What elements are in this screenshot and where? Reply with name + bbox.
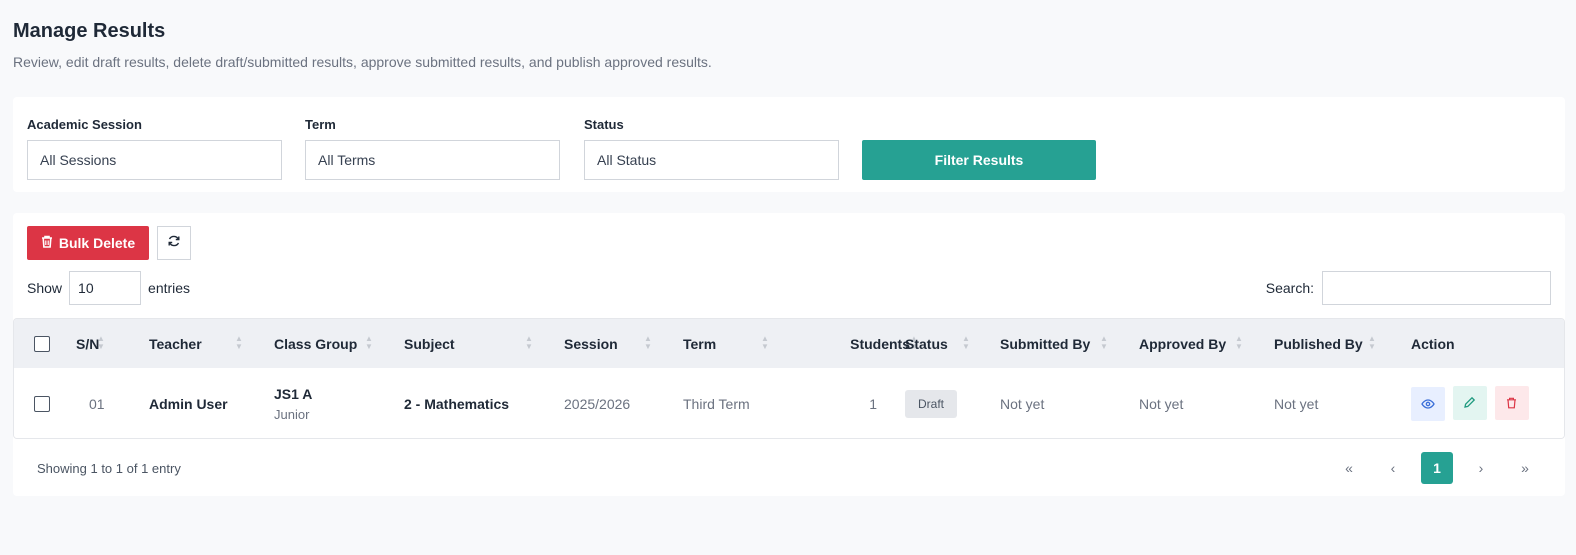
refresh-button[interactable] <box>157 226 191 260</box>
status-header[interactable]: Status ▲ ▼ <box>905 319 1000 368</box>
subject-header[interactable]: Subject ▲ ▼ <box>404 319 564 368</box>
pagination-last[interactable]: » <box>1509 452 1541 484</box>
sort-icon: ▲ ▼ <box>1100 334 1108 351</box>
show-label: Show <box>27 280 63 296</box>
sort-icon: ▲ ▼ <box>1235 334 1243 351</box>
term-filter-label: Term <box>305 117 336 132</box>
filter-card: Academic Session All Sessions Term All T… <box>13 97 1565 192</box>
select-all-header <box>14 319 76 368</box>
subject-cell: 2 - Mathematics <box>404 395 510 412</box>
table-row: 01 Admin User JS1 A Junior 2 - Mathemati… <box>14 368 1564 438</box>
submitted-by-header[interactable]: Submitted By ▲ ▼ <box>1000 319 1139 368</box>
class-group-cell: JS1 A Junior <box>274 368 404 438</box>
trash-icon <box>41 235 53 251</box>
session-header[interactable]: Session ▲ ▼ <box>564 319 683 368</box>
sn-header[interactable]: S/N ▲ ▼ <box>76 319 149 368</box>
sn-cell: 01 <box>89 395 105 412</box>
session-filter-label: Academic Session <box>27 117 142 132</box>
students-cell: 1 <box>869 395 877 412</box>
approved-by-header-label: Approved By <box>1139 335 1227 352</box>
bulk-delete-button[interactable]: Bulk Delete <box>27 226 149 260</box>
page-subtitle: Review, edit draft results, delete draft… <box>13 54 712 70</box>
refresh-icon <box>167 234 181 253</box>
subject-header-label: Subject <box>404 335 455 352</box>
results-table-card: Bulk Delete Show 10 entries Search: S/N ▲… <box>13 213 1565 496</box>
session-header-label: Session <box>564 335 618 352</box>
status-select[interactable]: All Status <box>584 140 839 180</box>
sort-icon: ▲ ▼ <box>235 334 243 351</box>
entries-label: entries <box>148 280 191 296</box>
sn-header-label: S/N <box>76 335 100 352</box>
sort-icon: ▲ ▼ <box>761 334 769 351</box>
published-by-header-label: Published By <box>1274 335 1363 352</box>
status-badge: Draft <box>905 389 957 418</box>
row-checkbox[interactable] <box>34 395 50 412</box>
approved-by-header[interactable]: Approved By ▲ ▼ <box>1139 319 1274 368</box>
teacher-header-label: Teacher <box>149 335 202 352</box>
pagination-page-1[interactable]: 1 <box>1421 452 1453 484</box>
sort-icon: ▲ ▼ <box>525 334 533 351</box>
delete-button[interactable] <box>1494 386 1529 421</box>
students-header[interactable]: Students ▲ ▼ <box>806 319 918 368</box>
table-header-row: S/N ▲ ▼ Teacher ▲ ▼ Class Group ▲ ▼ Subject ▲ ▼ … <box>14 319 1564 368</box>
term-header[interactable]: Term ▲ ▼ <box>683 319 806 368</box>
term-filter: Term All Terms <box>305 117 560 180</box>
search-label: Search: <box>1265 280 1314 296</box>
pagination-prev[interactable]: ‹ <box>1377 452 1409 484</box>
status-header-label: Status <box>905 335 948 352</box>
published-by-cell: Not yet <box>1274 395 1319 412</box>
class-name: JS1 A <box>274 385 313 402</box>
term-header-label: Term <box>683 335 717 352</box>
session-filter: Academic Session All Sessions <box>27 117 282 180</box>
pencil-icon <box>1464 397 1476 409</box>
sort-icon: ▲ ▼ <box>365 334 373 351</box>
students-header-label: Students <box>850 335 910 352</box>
action-header: Action <box>1411 319 1564 368</box>
status-filter-label: Status <box>584 117 624 132</box>
edit-button[interactable] <box>1452 385 1487 420</box>
status-filter: Status All Status <box>584 117 839 180</box>
approved-by-cell: Not yet <box>1139 395 1184 412</box>
trash-icon <box>1507 397 1517 409</box>
entries-length-select[interactable]: 10 <box>69 271 142 305</box>
teacher-cell: Admin User <box>149 395 228 412</box>
published-by-header[interactable]: Published By ▲ ▼ <box>1274 319 1411 368</box>
class-group-header-label: Class Group <box>274 335 358 352</box>
submitted-by-header-label: Submitted By <box>1000 335 1091 352</box>
search-input[interactable] <box>1322 271 1551 305</box>
class-group: Junior <box>274 406 310 422</box>
view-button[interactable] <box>1411 387 1445 422</box>
filter-results-button[interactable]: Filter Results <box>862 140 1096 180</box>
class-group-header[interactable]: Class Group ▲ ▼ <box>274 319 404 368</box>
table-info: Showing 1 to 1 of 1 entry <box>37 461 181 476</box>
submitted-by-cell: Not yet <box>1000 395 1045 412</box>
pagination-first[interactable]: « <box>1333 452 1365 484</box>
teacher-header[interactable]: Teacher ▲ ▼ <box>149 319 274 368</box>
pagination-next[interactable]: › <box>1465 452 1497 484</box>
action-header-label: Action <box>1411 335 1455 352</box>
session-select[interactable]: All Sessions <box>27 140 282 180</box>
row-select-cell <box>14 368 76 438</box>
pagination: « ‹ 1 › » <box>1321 452 1541 484</box>
sort-icon: ▲ ▼ <box>962 334 970 351</box>
page-title: Manage Results <box>13 20 166 42</box>
select-all-checkbox[interactable] <box>34 335 50 352</box>
sort-icon: ▲ ▼ <box>1368 334 1376 351</box>
bulk-delete-label: Bulk Delete <box>58 235 136 251</box>
term-select[interactable]: All Terms <box>305 140 560 180</box>
term-cell: Third Term <box>683 395 750 412</box>
entries-length: Show 10 entries <box>27 271 190 305</box>
sort-icon: ▲ ▼ <box>97 334 105 351</box>
results-table: S/N ▲ ▼ Teacher ▲ ▼ Class Group ▲ ▼ Subject ▲ ▼ … <box>13 318 1565 439</box>
eye-icon <box>1421 399 1435 409</box>
action-cell <box>1411 368 1564 438</box>
table-search: Search: <box>1266 271 1551 305</box>
status-cell: Draft <box>905 368 1000 438</box>
session-cell: 2025/2026 <box>564 395 631 412</box>
sort-icon: ▲ ▼ <box>644 334 652 351</box>
